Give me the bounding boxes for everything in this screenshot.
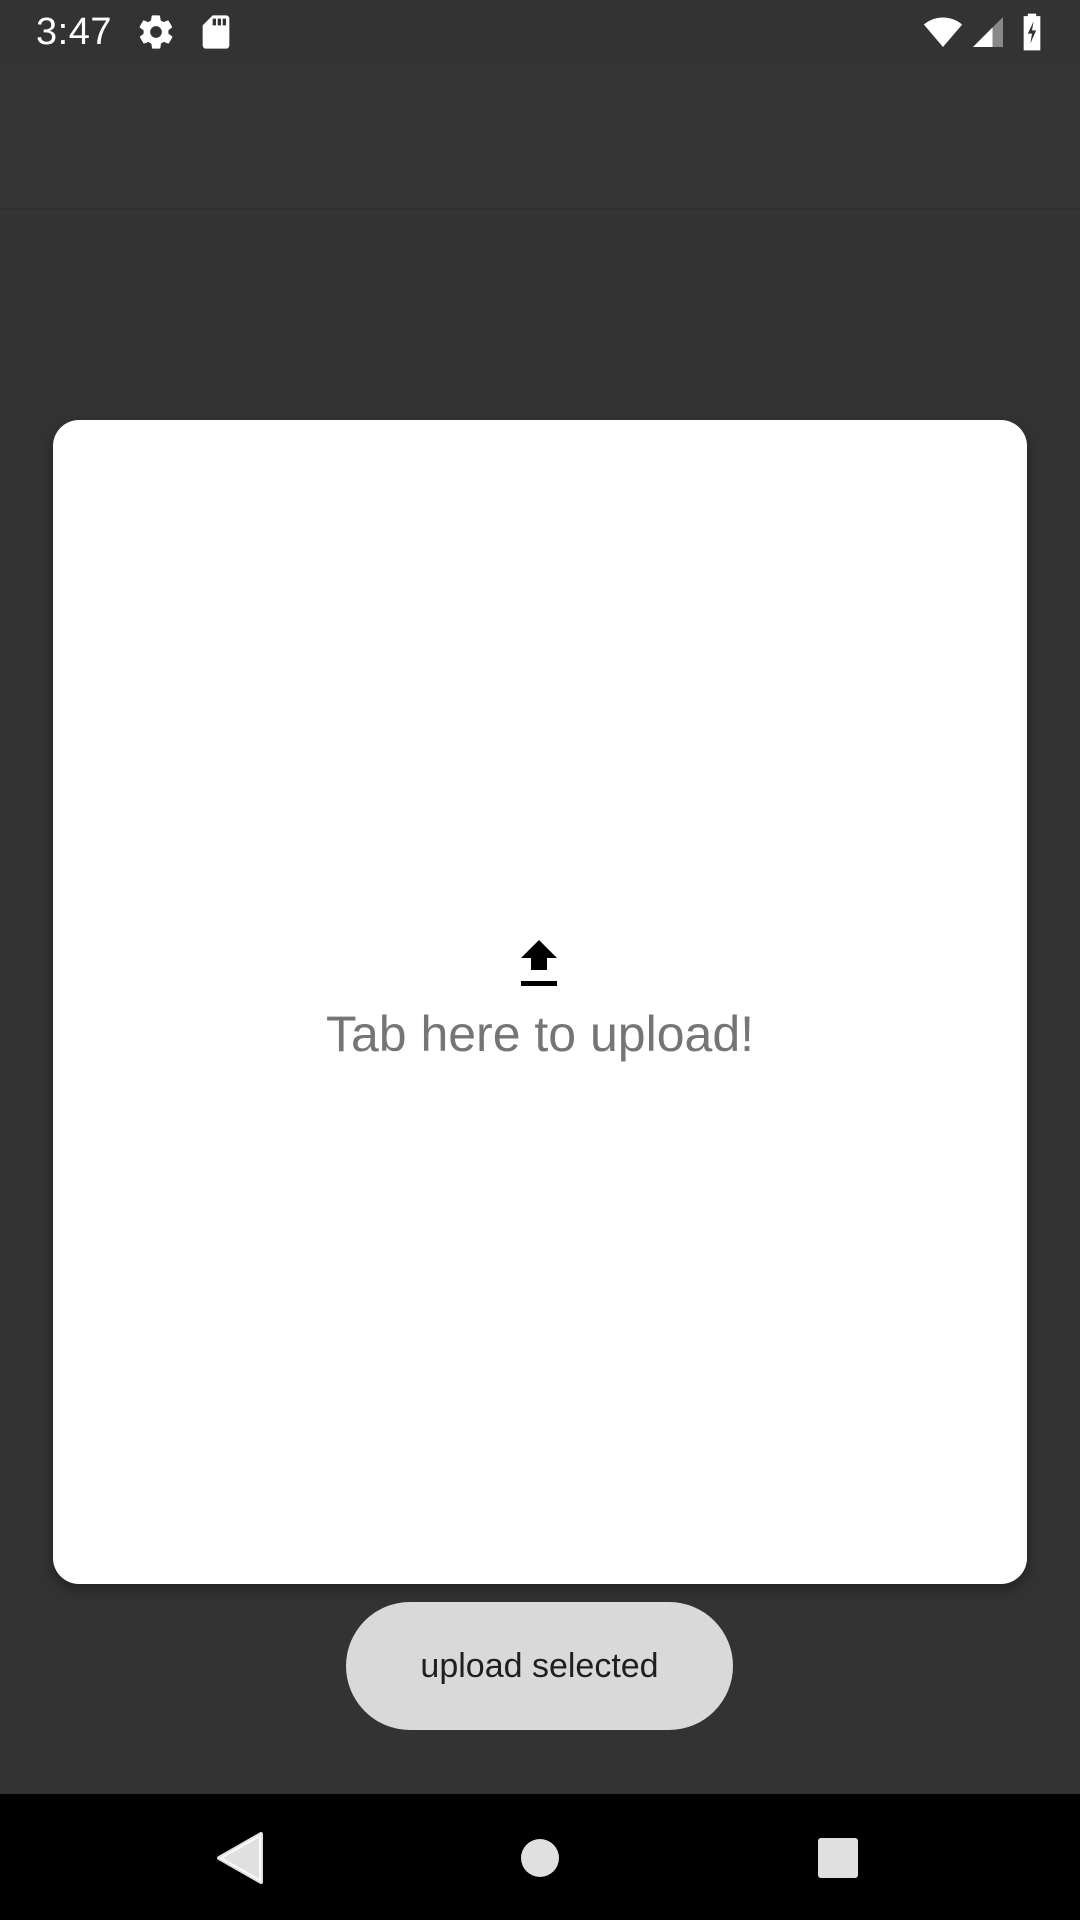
status-bar: 3:47 xyxy=(0,0,1080,64)
cell-signal-icon xyxy=(970,12,1006,52)
back-icon[interactable] xyxy=(209,1828,269,1888)
upload-selected-button[interactable]: upload selected xyxy=(346,1602,733,1730)
status-time: 3:47 xyxy=(36,11,112,53)
battery-charging-icon xyxy=(1020,12,1044,52)
app-bar xyxy=(0,64,1080,209)
gear-icon xyxy=(136,12,176,52)
upload-area[interactable] xyxy=(53,420,1027,1584)
upload-icon[interactable] xyxy=(517,940,561,988)
sd-card-icon xyxy=(196,12,236,52)
home-icon[interactable] xyxy=(510,1828,570,1888)
upload-hint-text[interactable]: Tab here to upload! xyxy=(0,1004,1080,1064)
navigation-bar xyxy=(0,1794,1080,1920)
wifi-icon xyxy=(920,12,966,52)
recents-icon[interactable] xyxy=(808,1828,868,1888)
